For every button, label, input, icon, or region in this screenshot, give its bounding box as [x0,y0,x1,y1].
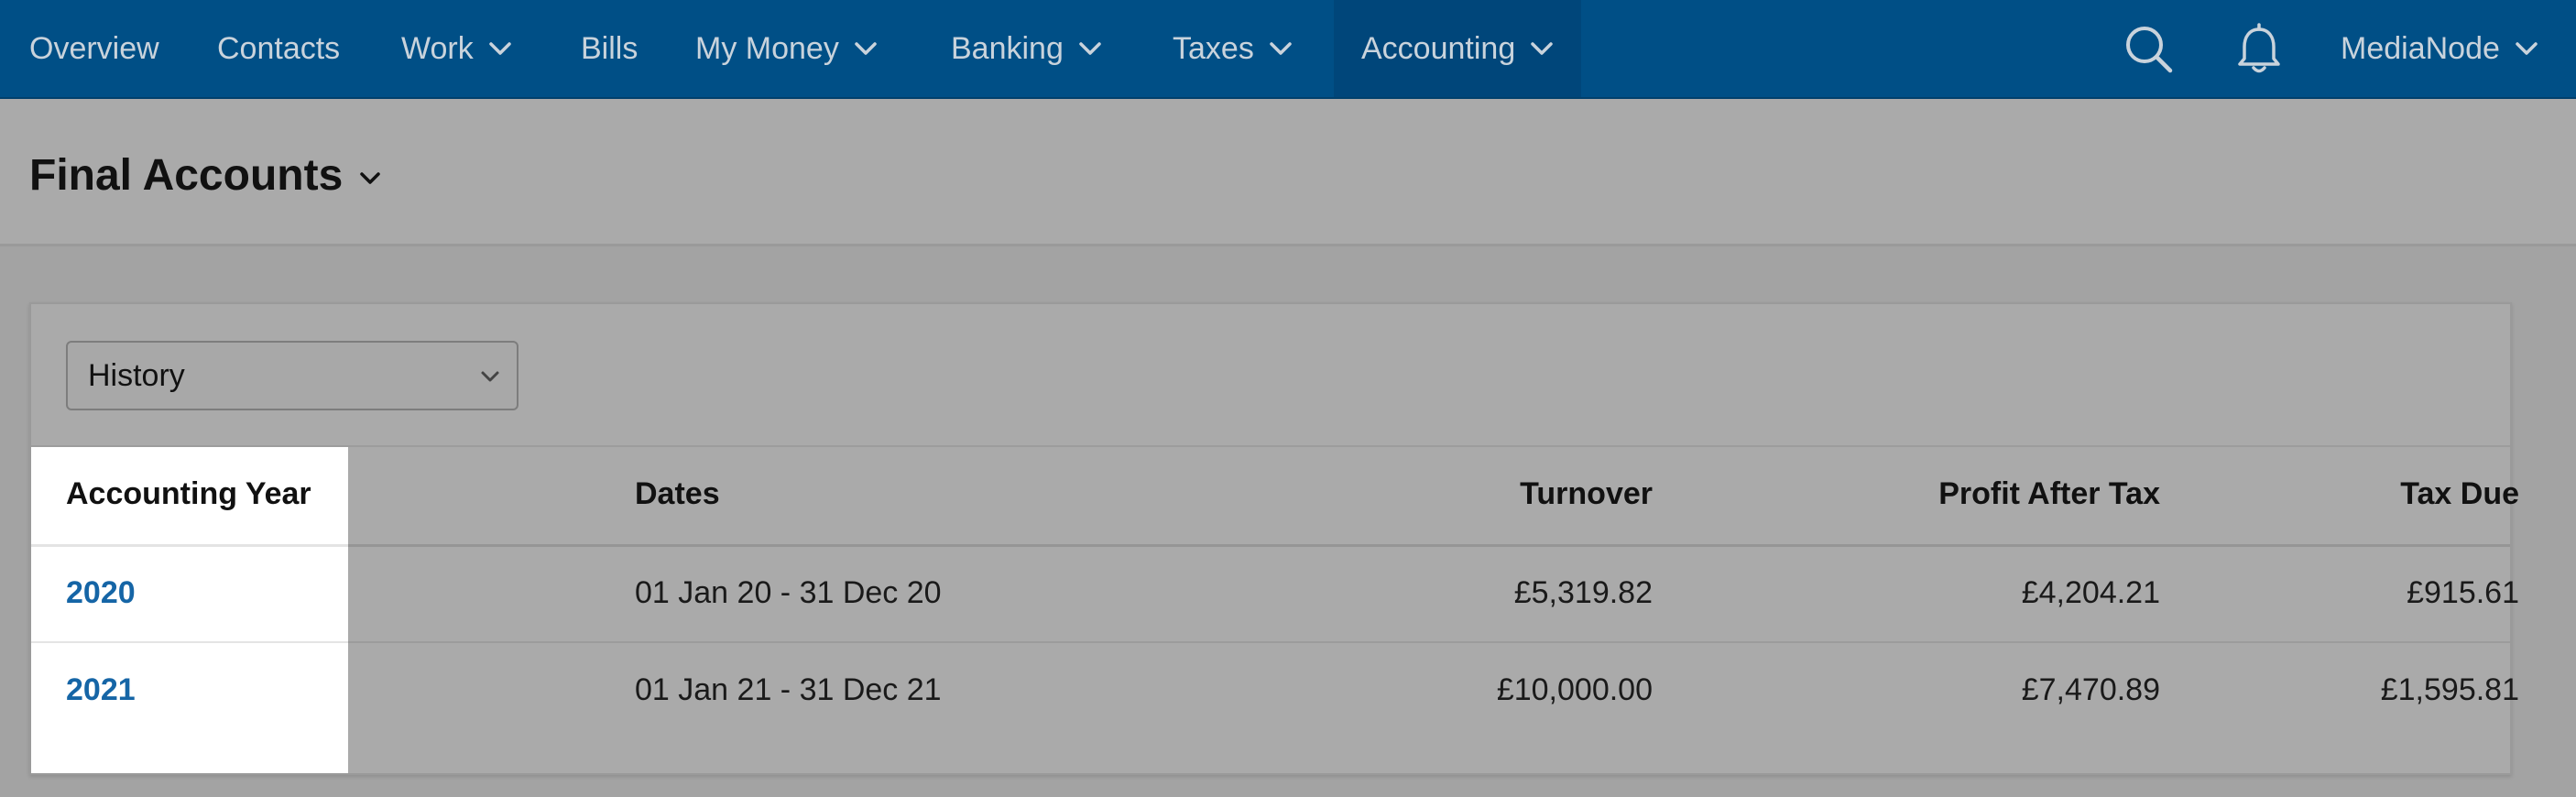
account-label: MediaNode [2341,30,2500,66]
chevron-down-icon [1079,42,1101,55]
column-header-profit-after-tax[interactable]: Profit After Tax [1938,476,2160,512]
chevron-down-icon [1270,42,1292,55]
chevron-down-icon [360,171,381,184]
nav-item-taxes[interactable]: Taxes [1173,0,1293,97]
row-turnover: £5,319.82 [1513,575,1653,610]
account-menu[interactable]: MediaNode [2341,0,2538,97]
row-dates: 01 Jan 21 - 31 Dec 21 [635,672,942,707]
row-profit-after-tax: £7,470.89 [2021,672,2160,707]
nav-item-label: Taxes [1173,30,1254,66]
divider [31,445,2510,447]
nav-item-accounting[interactable]: Accounting [1334,0,1582,97]
chevron-down-icon [481,371,499,382]
column-header-accounting-year[interactable]: Accounting Year [66,476,311,512]
year-link[interactable]: 2021 [66,672,136,708]
divider [31,544,348,547]
column-header-tax-due[interactable]: Tax Due [2400,476,2519,512]
row-turnover: £10,000.00 [1496,672,1653,707]
page-title-dropdown[interactable]: Final Accounts [29,150,381,201]
divider [31,641,348,643]
divider [31,544,2510,547]
search-icon[interactable] [2122,22,2177,77]
nav-item-label: Contacts [217,30,341,66]
nav-item-bills[interactable]: Bills [581,0,638,97]
chevron-down-icon [855,42,877,55]
chevron-down-icon [2516,42,2538,55]
row-tax-due: £915.61 [2407,575,2519,610]
column-header-turnover[interactable]: Turnover [1520,476,1653,512]
select-value: History [88,357,185,393]
chevron-down-icon [1531,42,1553,55]
bell-icon[interactable] [2232,22,2287,77]
top-navigation: Overview Contacts Work Bills My Money Ba… [0,0,2576,99]
nav-item-my-money[interactable]: My Money [695,0,878,97]
page-title: Final Accounts [29,151,344,200]
row-profit-after-tax: £4,204.21 [2021,575,2160,610]
nav-item-banking[interactable]: Banking [951,0,1102,97]
divider [31,641,2510,643]
nav-item-overview[interactable]: Overview [29,0,159,97]
chevron-down-icon [488,42,511,55]
year-link[interactable]: 2020 [66,575,136,611]
column-header-dates[interactable]: Dates [635,476,720,512]
nav-item-label: My Money [695,30,839,66]
nav-item-label: Bills [581,30,639,66]
nav-item-work[interactable]: Work [401,0,512,97]
history-select[interactable]: History [66,341,518,410]
nav-item-contacts[interactable]: Contacts [217,0,340,97]
final-accounts-card: History Accounting Year Dates Turnover P… [29,302,2519,775]
nav-item-label: Overview [29,30,159,66]
page-header: Final Accounts [0,99,2576,246]
nav-item-label: Work [401,30,474,66]
nav-item-label: Banking [951,30,1064,66]
nav-item-label: Accounting [1361,30,1516,66]
row-dates: 01 Jan 20 - 31 Dec 20 [635,575,942,610]
row-tax-due: £1,595.81 [2380,672,2519,707]
